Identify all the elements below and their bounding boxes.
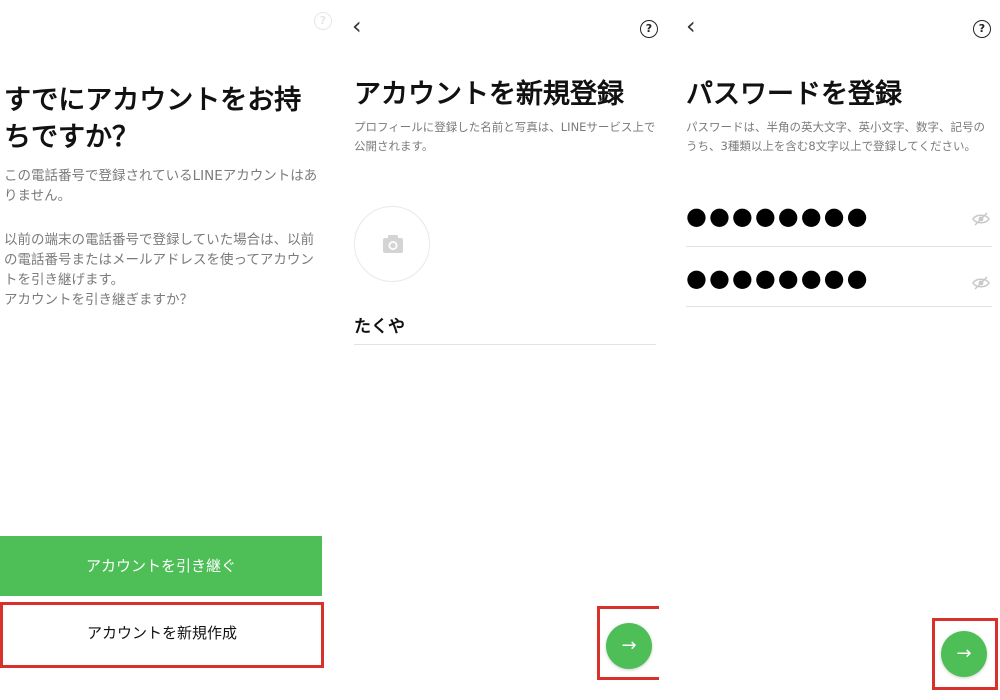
page-title: パスワードを登録 <box>686 79 902 110</box>
arrow-right-icon: → <box>621 635 637 656</box>
name-field[interactable]: たくや <box>354 312 405 337</box>
profile-note: プロフィールに登録した名前と写真は、LINEサービス上で公開されます。 <box>354 120 656 153</box>
eye-hidden-icon[interactable] <box>972 212 990 226</box>
create-account-button[interactable]: アカウントを新規作成 <box>4 606 320 664</box>
eye-hidden-icon[interactable] <box>972 276 990 290</box>
help-icon[interactable]: ? <box>640 20 658 38</box>
camera-icon <box>383 235 403 253</box>
password-confirm-underline <box>686 306 992 307</box>
name-field-underline <box>354 344 656 345</box>
transfer-account-button[interactable]: アカウントを引き継ぐ <box>0 536 322 596</box>
description-transfer: 以前の端末の電話番号で登録していた場合は、以前の電話番号またはメールアドレスを使… <box>4 232 315 308</box>
screen-register-password: ‹ ? パスワードを登録 パスワードは、半角の英大文字、英小文字、数字、記号のう… <box>668 0 1000 700</box>
back-chevron-icon[interactable]: ‹ <box>352 14 362 38</box>
screen-account-exists: ? すでにアカウントをお持ちですか？ この電話番号で登録されているLINEアカウ… <box>0 0 334 700</box>
page-title: アカウントを新規登録 <box>354 79 624 110</box>
help-icon[interactable]: ? <box>314 12 332 30</box>
password-field[interactable]: ●●●●●●●● <box>686 202 870 230</box>
page-title: すでにアカウントをお持ちですか？ <box>4 85 302 153</box>
arrow-right-icon: → <box>956 643 972 664</box>
help-icon[interactable]: ? <box>973 20 991 38</box>
next-button[interactable]: → <box>606 623 652 669</box>
password-confirm-field[interactable]: ●●●●●●●● <box>686 264 870 292</box>
password-field-underline <box>686 246 992 247</box>
screen-new-account: ‹ ? アカウントを新規登録 プロフィールに登録した名前と写真は、LINEサービ… <box>334 0 668 700</box>
back-chevron-icon[interactable]: ‹ <box>686 14 696 38</box>
description-no-account: この電話番号で登録されているLINEアカウントはありません。 <box>4 168 318 204</box>
profile-photo-button[interactable] <box>354 206 430 282</box>
next-button[interactable]: → <box>941 631 987 677</box>
password-rules-note: パスワードは、半角の英大文字、英小文字、数字、記号のうち、3種類以上を含む8文字… <box>686 120 985 153</box>
